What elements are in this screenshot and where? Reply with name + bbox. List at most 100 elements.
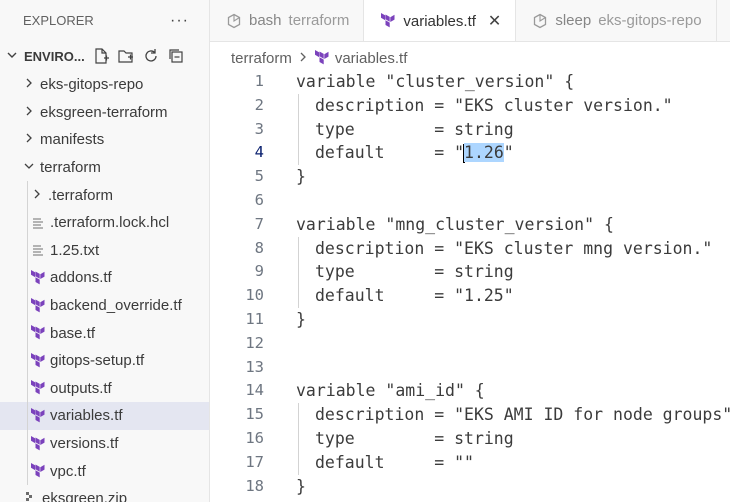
line-number: 10	[245, 286, 264, 305]
code-text: }	[296, 309, 306, 329]
tab-bash-terraform[interactable]: bash terraform	[210, 0, 365, 41]
chevron-right-icon	[22, 77, 36, 92]
indent-guide	[27, 429, 28, 458]
tab-sleep-eks-gitops-repo[interactable]: sleep eks-gitops-repo	[516, 0, 717, 41]
text-file-icon	[30, 242, 46, 258]
code-line: 18}	[210, 475, 730, 499]
tree-item-label: eksgreen-terraform	[40, 103, 168, 121]
code-text: type = string	[315, 428, 514, 448]
close-icon[interactable]: ✕	[488, 11, 501, 31]
tree-item[interactable]: eksgreen.zip	[0, 485, 209, 502]
tab-variables-tf[interactable]: variables.tf ✕	[364, 0, 517, 41]
code-text: description = "EKS cluster mng version."	[315, 238, 713, 258]
code-line: 13	[210, 356, 730, 380]
chevron-right-icon	[30, 188, 44, 203]
line-number: 13	[245, 357, 264, 376]
tree-item[interactable]: base.tf	[0, 319, 209, 347]
code-editor[interactable]: 1 variable "cluster_version" {2 descriptio…	[210, 70, 730, 502]
code-line: 2 description = "EKS cluster version."	[210, 93, 730, 118]
code-text: default = "1.25"	[315, 286, 514, 306]
tree-item[interactable]: eksgreen-terraform	[0, 99, 209, 127]
code-text: variable "ami_id" {	[296, 381, 485, 401]
tree-item[interactable]: versions.tf	[0, 429, 209, 458]
code-text: variable "cluster_version" {	[296, 72, 575, 91]
chevron-down-icon	[22, 160, 36, 175]
more-actions-button[interactable]: ···	[170, 12, 189, 30]
text-file-icon	[30, 215, 46, 231]
line-number: 7	[254, 214, 264, 233]
line-number: 12	[245, 333, 264, 352]
indent-guide	[298, 236, 299, 261]
terraform-icon	[30, 407, 46, 424]
chevron-down-icon	[4, 48, 20, 65]
tree-item-label: .terraform.lock.hcl	[50, 214, 170, 232]
indent-guide	[298, 260, 299, 285]
tree-item[interactable]: eks-gitops-repo	[0, 71, 209, 99]
tree-item[interactable]: terraform	[0, 154, 209, 182]
terraform-icon	[314, 50, 330, 66]
breadcrumb-folder[interactable]: terraform	[231, 50, 292, 67]
terraform-icon	[30, 325, 46, 341]
chevron-right-icon	[298, 51, 308, 66]
file-tree: eks-gitops-repo eksgreen-terraform manifes…	[0, 71, 209, 502]
line-number: 15	[245, 405, 264, 424]
code-text: type = string	[315, 262, 514, 282]
tree-item-label: .terraform	[48, 186, 114, 204]
breadcrumb-file[interactable]: variables.tf	[335, 50, 408, 67]
tab-description: terraform	[288, 12, 350, 29]
selected-text: 1.26	[464, 143, 504, 163]
explorer-title: EXPLORER	[23, 13, 94, 28]
indent-guide	[27, 402, 28, 430]
line-number: 4	[254, 143, 264, 162]
collapse-all-icon[interactable]	[167, 47, 185, 65]
code-segment: default = "	[315, 143, 465, 163]
indent-guide	[27, 346, 28, 375]
indent-guide	[27, 236, 28, 265]
tree-item[interactable]: backend_override.tf	[0, 291, 209, 320]
tree-item-label: 1.25.txt	[50, 241, 100, 259]
code-text: description = "EKS cluster version."	[315, 95, 673, 115]
chevron-right-icon	[22, 105, 36, 120]
tree-item[interactable]: addons.tf	[0, 264, 209, 292]
code-segment: "	[503, 143, 514, 163]
tree-item[interactable]: vpc.tf	[0, 457, 209, 485]
line-number: 3	[254, 119, 264, 138]
tree-item[interactable]: outputs.tf	[0, 374, 209, 403]
code-line: 3 type = string	[210, 117, 730, 142]
tree-item-label: eks-gitops-repo	[40, 76, 144, 94]
explorer-sidebar: EXPLORER ··· ENVIRO... eks-gitops-repo ek…	[0, 0, 210, 502]
code-line: 11}	[210, 308, 730, 332]
code-line: 12	[210, 332, 730, 356]
tree-item[interactable]: .terraform	[0, 181, 209, 209]
code-text: default = "1.26"	[315, 141, 514, 165]
tree-item-label: terraform	[40, 159, 101, 177]
code-line: 7 variable "mng_cluster_version" {	[210, 213, 730, 237]
workspace-section-header[interactable]: ENVIRO...	[0, 41, 209, 71]
indent-guide	[298, 117, 299, 142]
code-text: variable "mng_cluster_version" {	[296, 214, 614, 234]
tree-item[interactable]: variables.tf	[0, 402, 209, 430]
indent-guide	[298, 426, 299, 451]
terraform-icon	[380, 13, 396, 29]
indent-guide	[27, 181, 28, 209]
indent-guide	[298, 141, 299, 166]
tab-label: variables.tf	[403, 12, 476, 30]
indent-guide	[298, 93, 299, 118]
tree-item[interactable]: manifests	[0, 126, 209, 154]
tree-item-label: variables.tf	[50, 407, 123, 425]
tree-item[interactable]: .terraform.lock.hcl	[0, 208, 209, 237]
line-number: 18	[245, 476, 264, 495]
tree-item[interactable]: 1.25.txt	[0, 236, 209, 265]
terraform-icon	[30, 352, 46, 369]
terraform-icon	[30, 463, 46, 479]
code-line: 15 description = "EKS AMI ID for node gro…	[210, 403, 730, 427]
new-file-icon[interactable]	[92, 47, 110, 65]
new-folder-icon[interactable]	[117, 47, 135, 65]
refresh-icon[interactable]	[142, 47, 160, 65]
tree-item-label: outputs.tf	[50, 379, 112, 397]
code-line: 5}	[210, 165, 730, 189]
code-line: 6	[210, 189, 730, 213]
tree-item-label: base.tf	[50, 324, 96, 342]
tree-item[interactable]: gitops-setup.tf	[0, 346, 209, 375]
sleep-bash-icon	[532, 13, 548, 29]
